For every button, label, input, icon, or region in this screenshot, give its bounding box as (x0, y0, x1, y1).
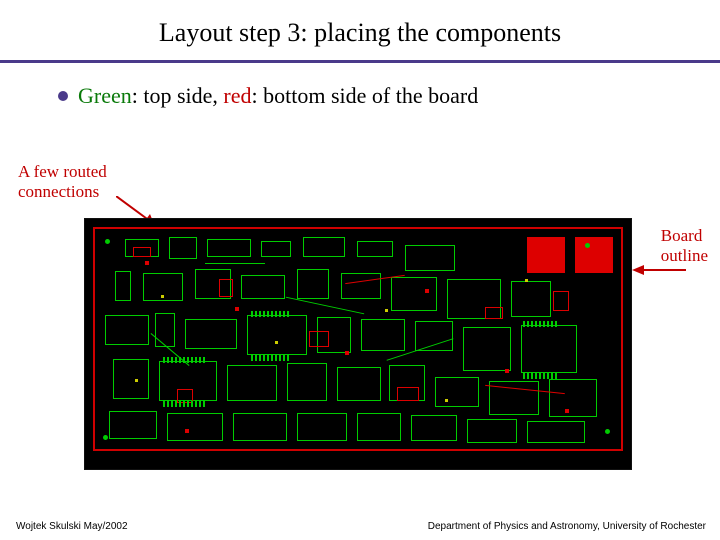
annotation-line: connections (18, 182, 107, 202)
footer-affiliation: Department of Physics and Astronomy, Uni… (428, 521, 706, 532)
annotation-routed-connections: A few routed connections (18, 162, 107, 203)
legend-green: Green (78, 83, 132, 108)
legend-text-2: : bottom side of the board (252, 83, 479, 108)
annotation-line: A few routed (18, 162, 107, 182)
legend-red: red (223, 83, 251, 108)
slide-title: Layout step 3: placing the components (0, 0, 720, 60)
legend-text-1: : top side, (132, 83, 224, 108)
footer-author: Wojtek Skulski May/2002 (16, 521, 128, 532)
annotation-line: Board (661, 226, 708, 246)
annotation-board-outline: Board outline (661, 226, 708, 267)
bullet-line: Green: top side, red: bottom side of the… (0, 63, 720, 119)
bullet-icon (58, 91, 68, 101)
pcb-image (84, 218, 632, 470)
arrow-right-icon (632, 264, 688, 280)
